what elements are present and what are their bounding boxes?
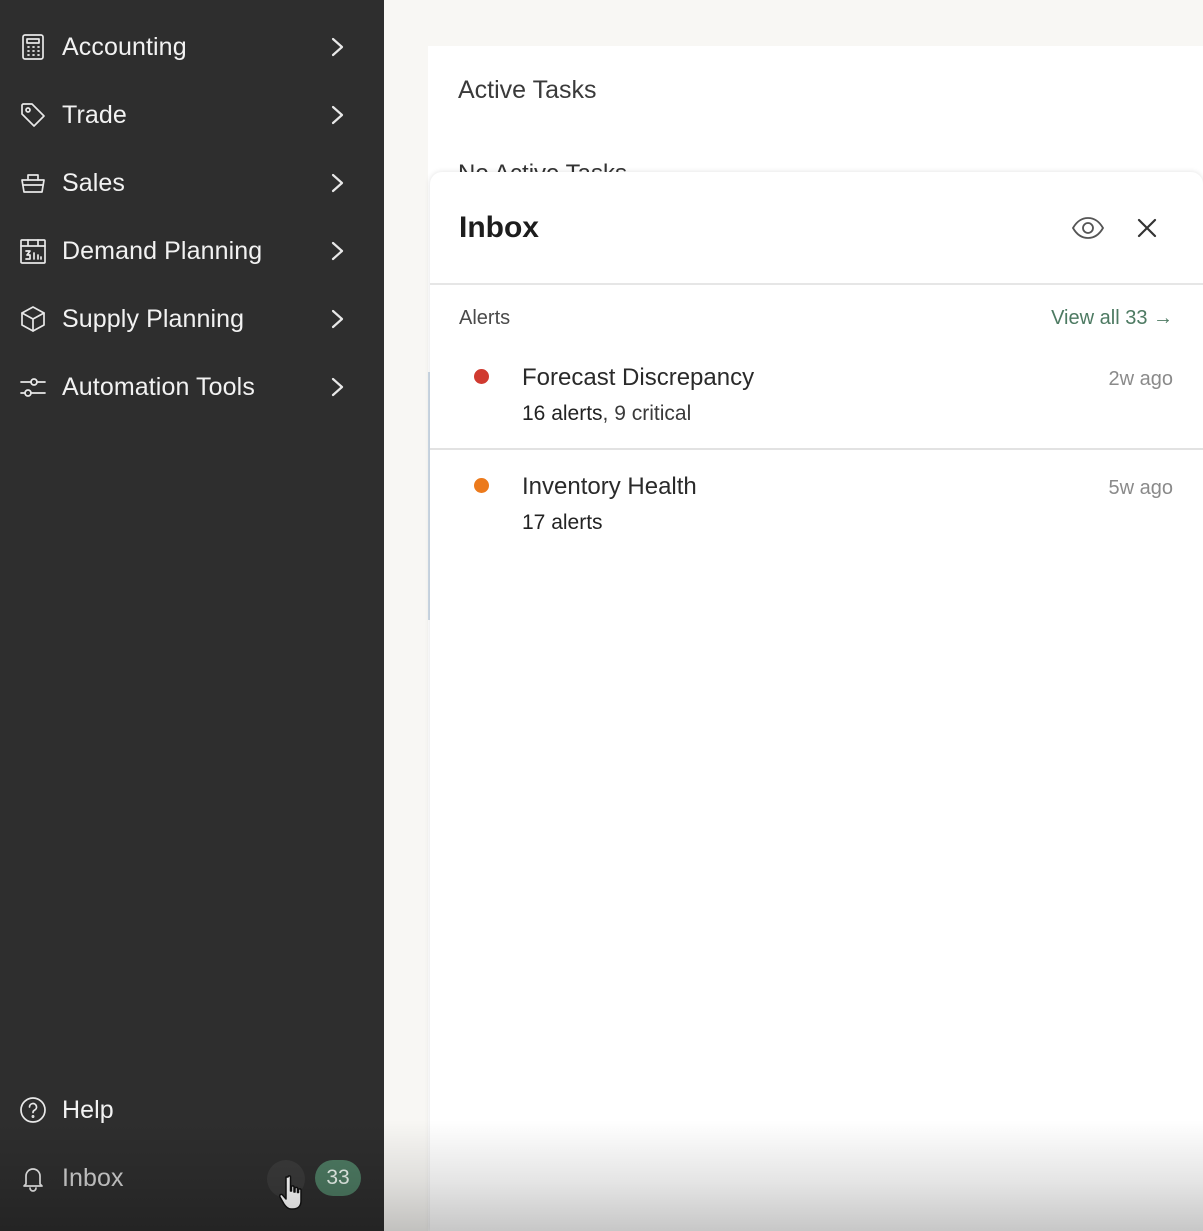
active-tasks-title: Active Tasks — [458, 76, 597, 104]
chevron-right-icon — [331, 241, 344, 261]
eye-icon[interactable] — [1070, 212, 1106, 244]
calendar-chart-icon — [19, 237, 47, 265]
inbox-panel: Inbox Alerts View all 33 → Forecast Disc… — [430, 172, 1203, 1231]
alert-row-divider — [430, 448, 1203, 450]
sidebar-item-trade[interactable]: Trade — [0, 81, 384, 149]
chevron-right-icon — [331, 37, 344, 57]
chevron-right-icon — [331, 377, 344, 397]
sidebar-item-label: Automation Tools — [62, 372, 255, 401]
sidebar-item-label: Inbox — [62, 1163, 124, 1192]
chevron-right-icon — [331, 173, 344, 193]
sidebar-item-label: Help — [62, 1095, 114, 1124]
alert-summary: 17 alerts — [522, 511, 603, 534]
sidebar-item-label: Trade — [62, 100, 127, 129]
alert-title: Inventory Health — [522, 473, 697, 500]
sidebar-item-demand-planning[interactable]: Demand Planning — [0, 217, 384, 285]
sidebar: Accounting Trade Sales Demand Planning S… — [0, 0, 384, 1231]
sidebar-item-label: Supply Planning — [62, 304, 245, 333]
sidebar-item-label: Sales — [62, 168, 126, 197]
basket-icon — [19, 169, 47, 197]
critical-status-dot — [474, 369, 489, 384]
sidebar-item-automation-tools[interactable]: Automation Tools — [0, 353, 384, 421]
chevron-right-icon — [331, 309, 344, 329]
alert-timestamp: 5w ago — [1108, 477, 1174, 499]
alerts-section-label: Alerts — [459, 307, 511, 329]
alert-timestamp: 2w ago — [1108, 368, 1174, 390]
bell-icon — [19, 1164, 47, 1192]
sidebar-item-sales[interactable]: Sales — [0, 149, 384, 217]
alert-row-forecast-discrepancy[interactable]: Forecast Discrepancy 16 alerts, 9 critic… — [430, 342, 1203, 451]
panel-header-divider — [430, 283, 1203, 285]
sidebar-item-label: Demand Planning — [62, 236, 263, 265]
warning-status-dot — [474, 478, 489, 493]
inbox-count-badge: 33 — [315, 1160, 361, 1196]
close-icon[interactable] — [1133, 214, 1161, 242]
sidebar-item-help[interactable]: Help — [0, 1076, 384, 1144]
box-icon — [19, 305, 47, 333]
alert-summary: 16 alerts, 9 critical — [522, 402, 692, 425]
alert-title: Forecast Discrepancy — [522, 364, 755, 391]
help-icon — [19, 1096, 47, 1124]
tag-icon — [19, 101, 47, 129]
chevron-right-icon — [331, 105, 344, 125]
inbox-panel-title: Inbox — [459, 211, 539, 244]
sidebar-item-label: Accounting — [62, 32, 187, 61]
sidebar-item-accounting[interactable]: Accounting — [0, 13, 384, 81]
sliders-icon — [19, 373, 47, 401]
hand-cursor-icon — [279, 1175, 302, 1210]
alert-row-inventory-health[interactable]: Inventory Health 17 alerts 5w ago — [430, 451, 1203, 560]
calculator-icon — [19, 33, 47, 61]
sidebar-item-supply-planning[interactable]: Supply Planning — [0, 285, 384, 353]
view-all-link[interactable]: View all 33 → — [1051, 307, 1173, 330]
